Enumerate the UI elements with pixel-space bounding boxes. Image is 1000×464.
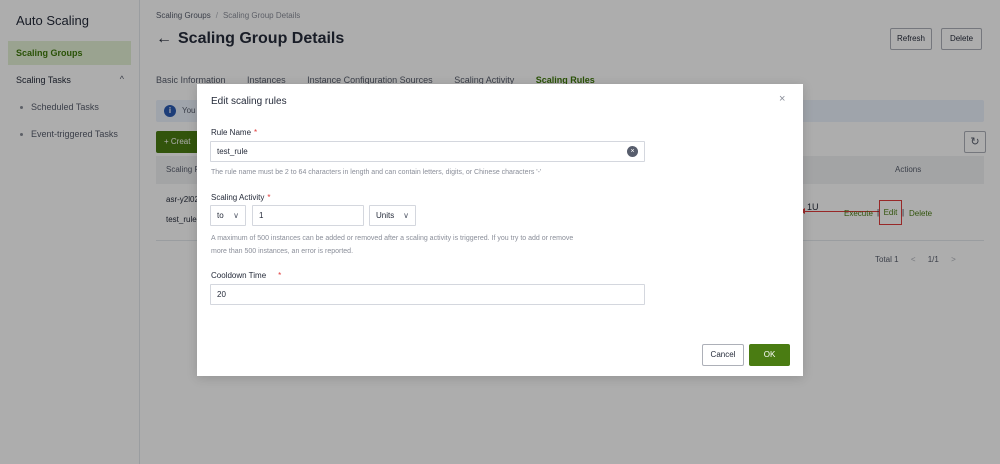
chevron-down-icon: ∨ [233,211,239,220]
scaling-activity-label: Scaling Activity * [211,193,270,202]
clear-icon[interactable]: × [627,146,638,157]
rule-name-value: test_rule [217,147,248,156]
required-mark: * [267,193,271,202]
required-mark: * [254,128,258,137]
scaling-activity-label-text: Scaling Activity [211,193,265,202]
activity-help-line-2: more than 500 instances, an error is rep… [211,248,354,255]
rule-name-input[interactable]: test_rule × [210,141,645,162]
rule-name-help: The rule name must be 2 to 64 characters… [211,169,542,176]
ok-button[interactable]: OK [749,344,790,366]
cooldown-time-label-text: Cooldown Time [211,271,267,280]
close-icon[interactable]: × [779,93,785,105]
chevron-down-icon: ∨ [403,211,409,220]
cooldown-time-value: 20 [217,290,226,299]
activity-unit-select[interactable]: Units ∨ [369,205,416,226]
rule-name-label: Rule Name * [211,128,257,137]
activity-value-input[interactable]: 1 [252,205,364,226]
cooldown-time-input[interactable]: 20 [210,284,645,305]
edit-scaling-rules-dialog: Edit scaling rules × Rule Name * test_rul… [197,84,803,376]
activity-operator-value: to [217,211,224,220]
rule-name-label-text: Rule Name [211,128,252,137]
required-mark: * [278,271,282,280]
cancel-button[interactable]: Cancel [702,344,744,366]
dialog-title: Edit scaling rules [211,96,287,107]
cooldown-time-label: Cooldown Time * [211,271,281,280]
activity-value: 1 [259,211,264,220]
activity-help-line-1: A maximum of 500 instances can be added … [211,235,574,242]
activity-unit-value: Units [376,211,395,220]
activity-operator-select[interactable]: to ∨ [210,205,246,226]
